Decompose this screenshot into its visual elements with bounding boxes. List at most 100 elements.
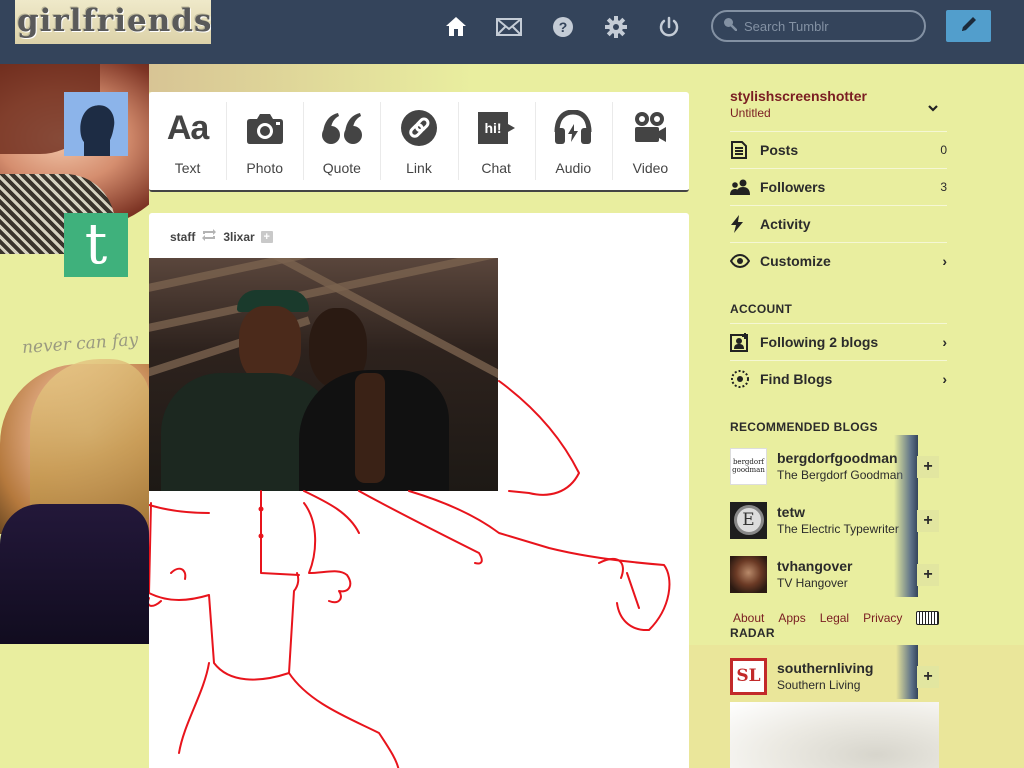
posts-count: 0: [940, 142, 947, 157]
account-heading: ACCOUNT: [730, 302, 793, 316]
find-blogs-icon: [730, 369, 760, 389]
sidebar-item-activity[interactable]: Activity: [730, 205, 947, 241]
footer-link-privacy[interactable]: Privacy: [863, 611, 902, 625]
posts-icon: [730, 140, 760, 159]
footer-link-about[interactable]: About: [733, 611, 764, 625]
camera-icon: [246, 108, 284, 148]
post-type-label: Link: [406, 160, 432, 176]
followers-count: 3: [940, 179, 947, 194]
sidebar-item-label: Find Blogs: [760, 370, 833, 387]
footer-link-legal[interactable]: Legal: [820, 611, 849, 625]
blog-avatar[interactable]: E: [730, 501, 767, 539]
background-script-text: never can fay: [21, 329, 139, 359]
link-icon: [400, 108, 438, 148]
post-type-quote[interactable]: Quote: [303, 92, 380, 190]
post-type-photo[interactable]: Photo: [226, 92, 303, 190]
radar-heading: RADAR: [730, 626, 775, 640]
sidebar-item-label: Followers: [760, 178, 826, 195]
chevron-right-icon: ›: [942, 252, 947, 269]
post-photo[interactable]: [149, 258, 498, 491]
chevron-right-icon: ›: [942, 333, 947, 350]
sidebar-item-label: Customize: [760, 252, 831, 269]
post-type-link[interactable]: Link: [380, 92, 457, 190]
follow-blog-button[interactable]: +: [917, 456, 939, 478]
post-type-chat[interactable]: hi! Chat: [457, 92, 535, 190]
power-icon[interactable]: [656, 14, 682, 40]
blog-header-logo: girlfriends.: [15, 0, 211, 44]
eye-icon: [730, 253, 760, 268]
sidebar-item-posts[interactable]: Posts 0: [730, 131, 947, 167]
tumblr-staff-avatar[interactable]: t: [64, 213, 128, 277]
sidebar-item-followers[interactable]: Followers 3: [730, 168, 947, 204]
post-type-bar: Aa Text Photo Quote Link hi! Chat Audio: [149, 92, 689, 192]
blog-title: Untitled: [730, 106, 771, 120]
chevron-down-icon[interactable]: [927, 101, 939, 119]
tumblr-logo-icon: t: [84, 212, 108, 277]
post-type-label: Text: [174, 160, 201, 176]
top-navigation-bar: girlfriends. ?: [0, 0, 1024, 64]
recommended-heading: RECOMMENDED BLOGS: [730, 420, 878, 434]
blog-selector[interactable]: stylishscreenshotter Untitled: [730, 88, 947, 120]
follow-blog-button[interactable]: +: [917, 510, 939, 532]
post-type-label: Photo: [246, 160, 283, 176]
post-type-label: Quote: [322, 160, 361, 176]
follow-blog-button[interactable]: +: [917, 666, 939, 688]
post-type-text[interactable]: Aa Text: [149, 92, 226, 190]
post-type-label: Audio: [555, 160, 592, 176]
search-input[interactable]: [744, 18, 914, 34]
footer-link-apps[interactable]: Apps: [778, 611, 805, 625]
radar-blog: SL southernliving Southern Living +: [730, 645, 939, 700]
sidebar-item-following[interactable]: Following 2 blogs ›: [730, 323, 947, 359]
search-icon: [723, 17, 738, 36]
post-header: staff 3lixar +: [170, 229, 273, 244]
sidebar-item-find-blogs[interactable]: Find Blogs ›: [730, 360, 947, 396]
search-box[interactable]: [711, 10, 926, 42]
right-sidebar: stylishscreenshotter Untitled Posts 0 Fo…: [689, 64, 1024, 768]
help-icon[interactable]: ?: [550, 14, 576, 40]
recommended-blog: tvhangover TV Hangover +: [730, 543, 939, 598]
recommended-blog: bergdorf goodman bergdorfgoodman The Ber…: [730, 435, 939, 490]
typewriter-key-icon: E: [733, 505, 764, 535]
lightning-icon: [730, 214, 760, 233]
video-camera-icon: [632, 108, 668, 148]
blog-avatar[interactable]: [730, 555, 767, 593]
user-avatar[interactable]: [64, 92, 128, 156]
post-author-link[interactable]: staff: [170, 230, 195, 244]
home-icon[interactable]: [443, 14, 469, 40]
background-strip: [149, 64, 689, 92]
headphones-icon: [553, 108, 593, 148]
recommended-blog: E tetw The Electric Typewriter +: [730, 489, 939, 544]
sidebar-item-label: Activity: [760, 215, 811, 232]
svg-text:?: ?: [559, 19, 568, 35]
dashboard-post: staff 3lixar +: [149, 213, 689, 768]
blog-name: stylishscreenshotter: [730, 88, 867, 104]
reblogged-from-link[interactable]: 3lixar: [223, 230, 254, 244]
following-icon: [730, 332, 760, 352]
compose-button[interactable]: [946, 10, 991, 42]
sidebar-item-label: Posts: [760, 141, 799, 158]
silhouette-icon: [80, 105, 115, 156]
svg-text:hi!: hi!: [485, 120, 502, 136]
radar-post-image[interactable]: [730, 702, 939, 768]
pencil-icon: [959, 14, 979, 39]
mail-icon[interactable]: [496, 14, 522, 40]
quote-icon: [321, 108, 363, 148]
gear-icon[interactable]: [603, 14, 629, 40]
text-icon: Aa: [166, 108, 209, 147]
post-type-audio[interactable]: Audio: [534, 92, 612, 190]
follow-plus-button[interactable]: +: [260, 230, 273, 243]
blog-avatar[interactable]: bergdorf goodman: [730, 447, 767, 485]
footer-links: About Apps Legal Privacy: [733, 611, 902, 625]
post-type-label: Video: [632, 160, 669, 176]
sidebar-item-customize[interactable]: Customize ›: [730, 242, 947, 278]
post-type-label: Chat: [481, 160, 511, 176]
sidebar-item-label: Following 2 blogs: [760, 333, 879, 350]
post-type-video[interactable]: Video: [611, 92, 689, 190]
keyboard-shortcuts-icon[interactable]: [916, 611, 939, 625]
chevron-right-icon: ›: [942, 370, 947, 387]
follow-blog-button[interactable]: +: [917, 564, 939, 586]
reblog-icon: [201, 229, 217, 244]
blog-avatar[interactable]: SL: [730, 657, 767, 695]
followers-icon: [730, 179, 760, 195]
chat-icon: hi!: [476, 108, 516, 148]
